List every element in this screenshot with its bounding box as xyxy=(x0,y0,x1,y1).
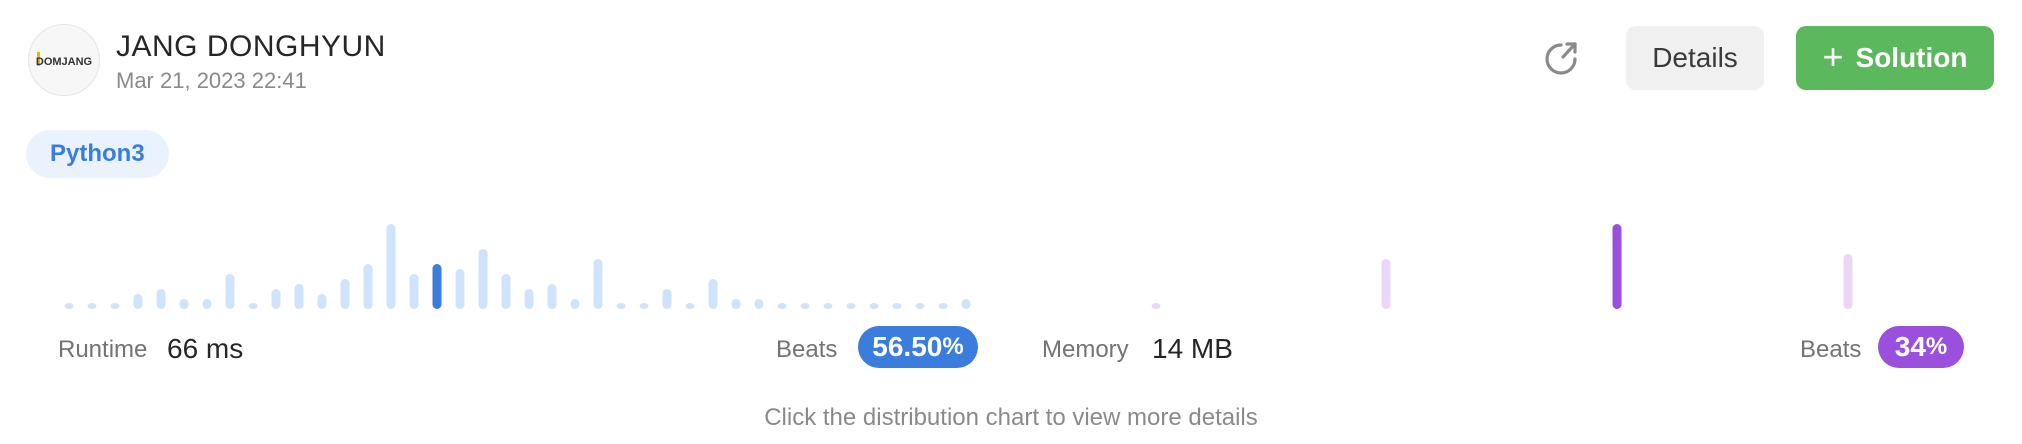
memory-bar-2[interactable] xyxy=(1612,224,1622,309)
runtime-bar-10[interactable] xyxy=(294,284,304,309)
runtime-bar-14[interactable] xyxy=(386,224,396,309)
runtime-distribution-bars[interactable] xyxy=(64,224,971,309)
chart-hint: Click the distribution chart to view mor… xyxy=(764,404,1258,431)
memory-value: 14 MB xyxy=(1152,333,1233,364)
runtime-bar-15[interactable] xyxy=(409,274,419,309)
memory-bar-1[interactable] xyxy=(1381,259,1391,309)
runtime-bar-28[interactable] xyxy=(708,279,718,309)
runtime-bar-22[interactable] xyxy=(570,299,580,309)
runtime-bar-34[interactable] xyxy=(846,303,856,309)
memory-distribution-bars[interactable] xyxy=(1151,224,1853,309)
memory-bar-0[interactable] xyxy=(1151,303,1161,309)
runtime-bar-12[interactable] xyxy=(340,279,350,309)
runtime-bar-25[interactable] xyxy=(639,303,649,309)
runtime-bar-33[interactable] xyxy=(823,303,833,309)
runtime-bar-5[interactable] xyxy=(179,299,189,309)
runtime-beats-value: 56.50 xyxy=(872,331,943,362)
distribution-chart[interactable] xyxy=(0,0,2022,444)
runtime-bar-30[interactable] xyxy=(754,299,764,309)
runtime-beats-unit: % xyxy=(942,333,964,360)
memory-beats-badge: 34% xyxy=(1878,326,1964,368)
runtime-bar-9[interactable] xyxy=(271,289,281,309)
runtime-bar-31[interactable] xyxy=(777,303,787,309)
memory-bar-3[interactable] xyxy=(1843,254,1853,309)
runtime-bar-27[interactable] xyxy=(685,303,695,309)
memory-beats-unit: % xyxy=(1925,333,1948,360)
runtime-bar-16[interactable] xyxy=(432,264,442,309)
runtime-bar-23[interactable] xyxy=(593,259,603,309)
runtime-beats-badge: 56.50% xyxy=(858,326,978,368)
runtime-bar-6[interactable] xyxy=(202,299,212,309)
runtime-bar-7[interactable] xyxy=(225,274,235,309)
runtime-bar-37[interactable] xyxy=(915,303,925,309)
runtime-bar-39[interactable] xyxy=(961,299,971,309)
runtime-bar-0[interactable] xyxy=(64,303,74,309)
runtime-bar-36[interactable] xyxy=(892,303,902,309)
runtime-bar-1[interactable] xyxy=(87,303,97,309)
runtime-bar-24[interactable] xyxy=(616,303,626,309)
runtime-bar-21[interactable] xyxy=(547,284,557,309)
memory-beats-value: 34 xyxy=(1894,331,1926,362)
runtime-bar-8[interactable] xyxy=(248,303,258,309)
runtime-bar-2[interactable] xyxy=(110,303,120,309)
runtime-value: 66 ms xyxy=(167,333,244,364)
runtime-bar-18[interactable] xyxy=(478,249,488,309)
runtime-bar-38[interactable] xyxy=(938,303,948,309)
runtime-bar-20[interactable] xyxy=(524,289,534,309)
runtime-bar-26[interactable] xyxy=(662,289,672,309)
runtime-bar-13[interactable] xyxy=(363,264,373,309)
runtime-label: Runtime xyxy=(58,336,148,363)
runtime-bar-35[interactable] xyxy=(869,303,879,309)
runtime-bar-32[interactable] xyxy=(800,303,810,309)
runtime-bar-19[interactable] xyxy=(501,274,511,309)
runtime-bar-17[interactable] xyxy=(455,269,465,309)
runtime-beats-label: Beats xyxy=(776,336,838,363)
memory-label: Memory xyxy=(1042,336,1129,363)
memory-beats-label: Beats xyxy=(1800,336,1862,363)
runtime-bar-3[interactable] xyxy=(133,294,143,309)
runtime-bar-29[interactable] xyxy=(731,299,741,309)
runtime-bar-11[interactable] xyxy=(317,294,327,309)
runtime-bar-4[interactable] xyxy=(156,289,166,309)
